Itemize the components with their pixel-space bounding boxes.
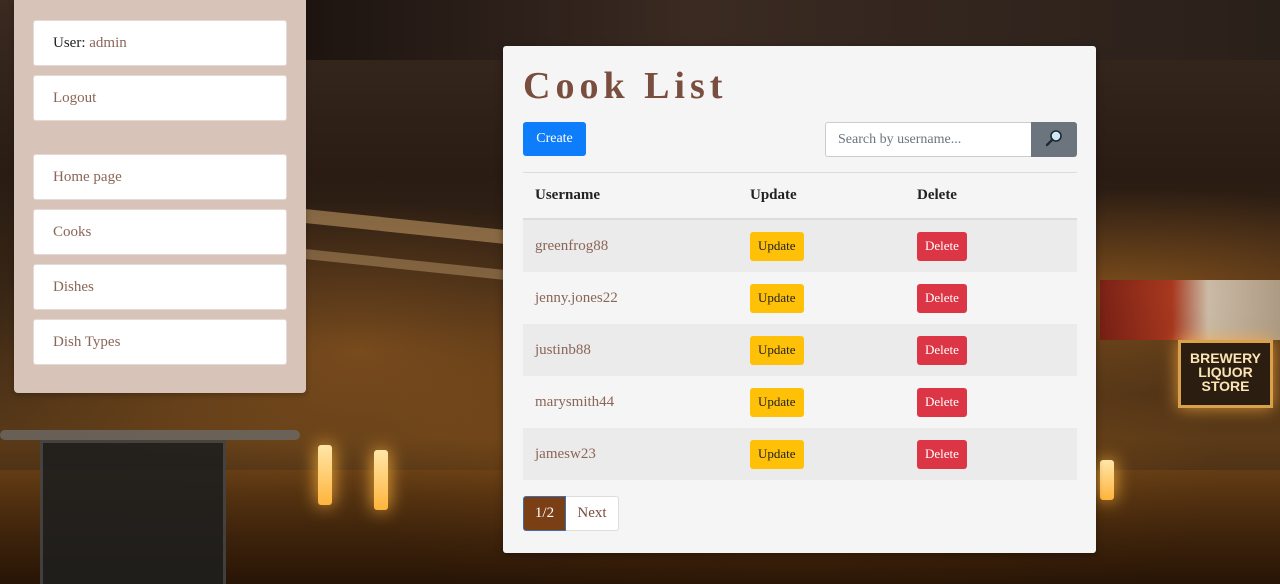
background-railing <box>0 430 300 440</box>
table-row: justinb88 Update Delete <box>523 324 1077 376</box>
sidebar-item-cooks[interactable]: Cooks <box>33 209 287 255</box>
column-header-username: Username <box>523 173 750 220</box>
update-cell: Update <box>750 272 917 324</box>
page: BREWERY LIQUOR STORE User: admin Logout … <box>0 0 1280 584</box>
delete-cell: Delete <box>917 376 1077 428</box>
username-cell[interactable]: justinb88 <box>523 324 750 376</box>
cook-list-card: Cook List Create Username Update Delete … <box>503 46 1096 553</box>
search-button[interactable] <box>1031 122 1077 157</box>
username-cell[interactable]: jenny.jones22 <box>523 272 750 324</box>
column-header-update: Update <box>750 173 917 220</box>
update-button[interactable]: Update <box>750 439 804 469</box>
delete-cell: Delete <box>917 272 1077 324</box>
sidebar-item-logout[interactable]: Logout <box>33 75 287 121</box>
sidebar: User: admin Logout Home page Cooks Dishe… <box>14 0 306 393</box>
update-cell: Update <box>750 324 917 376</box>
table-header-row: Username Update Delete <box>523 173 1077 220</box>
background-chalkboard <box>40 440 226 584</box>
update-button[interactable]: Update <box>750 335 804 365</box>
sidebar-user-info: User: admin <box>33 20 287 66</box>
update-button[interactable]: Update <box>750 231 804 261</box>
cook-table: Username Update Delete greenfrog88 Updat… <box>523 173 1077 480</box>
update-button[interactable]: Update <box>750 283 804 313</box>
username-cell[interactable]: greenfrog88 <box>523 219 750 272</box>
background-lamp <box>318 445 332 505</box>
pagination: 1/2 Next <box>523 496 619 531</box>
delete-button[interactable]: Delete <box>917 335 967 365</box>
table-row: greenfrog88 Update Delete <box>523 219 1077 272</box>
create-button[interactable]: Create <box>523 122 586 156</box>
delete-button[interactable]: Delete <box>917 387 967 417</box>
table-row: jenny.jones22 Update Delete <box>523 272 1077 324</box>
sidebar-item-dish-types[interactable]: Dish Types <box>33 319 287 365</box>
delete-cell: Delete <box>917 324 1077 376</box>
delete-button[interactable]: Delete <box>917 283 967 313</box>
background-lamp <box>374 450 388 510</box>
table-row: marysmith44 Update Delete <box>523 376 1077 428</box>
update-cell: Update <box>750 219 917 272</box>
background-light-stripe <box>300 208 520 246</box>
column-header-delete: Delete <box>917 173 1077 220</box>
search-input[interactable] <box>825 122 1031 157</box>
pagination-current-page: 1/2 <box>523 496 566 531</box>
table-row: jamesw23 Update Delete <box>523 428 1077 480</box>
page-title: Cook List <box>523 65 728 107</box>
pagination-next-button[interactable]: Next <box>566 496 619 531</box>
username-cell[interactable]: jamesw23 <box>523 428 750 480</box>
delete-button[interactable]: Delete <box>917 439 967 469</box>
sidebar-item-home[interactable]: Home page <box>33 154 287 200</box>
sidebar-item-dishes[interactable]: Dishes <box>33 264 287 310</box>
update-button[interactable]: Update <box>750 387 804 417</box>
delete-cell: Delete <box>917 219 1077 272</box>
delete-button[interactable]: Delete <box>917 231 967 261</box>
user-name: admin <box>89 35 127 51</box>
background-shelf <box>1100 280 1280 340</box>
background-lamp <box>1100 460 1114 500</box>
search-icon <box>1045 130 1062 147</box>
background-sign: BREWERY LIQUOR STORE <box>1178 340 1273 408</box>
delete-cell: Delete <box>917 428 1077 480</box>
update-cell: Update <box>750 428 917 480</box>
user-label: User: <box>53 35 86 51</box>
update-cell: Update <box>750 376 917 428</box>
background-light-stripe <box>300 248 520 282</box>
username-cell[interactable]: marysmith44 <box>523 376 750 428</box>
